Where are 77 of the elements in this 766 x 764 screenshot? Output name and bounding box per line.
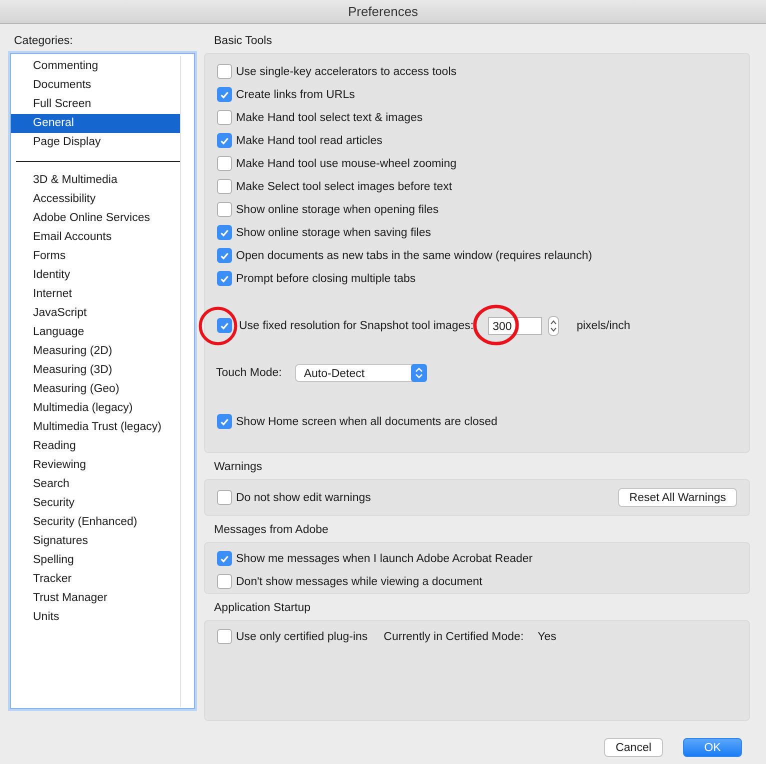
category-item[interactable]: Identity (11, 266, 180, 285)
category-item[interactable]: Page Display (11, 133, 180, 152)
category-item[interactable]: Multimedia (legacy) (11, 399, 180, 418)
checkbox[interactable] (217, 629, 232, 644)
categories-label: Categories: (13, 34, 74, 49)
status-value: Yes (538, 630, 556, 642)
category-item[interactable]: Language (11, 323, 180, 342)
category-item[interactable]: Search (11, 475, 180, 494)
option-label: Make Select tool select images before text (236, 180, 452, 192)
checkbox[interactable] (217, 574, 232, 589)
category-item[interactable]: Signatures (11, 532, 180, 551)
checkbox[interactable] (217, 490, 232, 505)
status-label: Currently in Certified Mode: (384, 630, 524, 642)
category-item[interactable]: Units (11, 608, 180, 627)
category-item[interactable]: Reading (11, 437, 180, 456)
checkbox[interactable] (217, 156, 232, 171)
stepper-icon[interactable] (548, 316, 559, 336)
category-item[interactable]: Measuring (Geo) (11, 380, 180, 399)
category-item[interactable]: JavaScript (11, 304, 180, 323)
checkbox[interactable] (217, 225, 232, 240)
cancel-button[interactable]: Cancel (604, 738, 663, 757)
option-label: Show Home screen when all documents are closed (236, 416, 498, 428)
option-label: Show online storage when saving files (236, 226, 431, 238)
checkbox[interactable] (217, 133, 232, 148)
category-item[interactable]: Tracker (11, 570, 180, 589)
option-label: Prompt before closing multiple tabs (236, 272, 416, 284)
checkbox[interactable] (217, 248, 232, 263)
section-title: Messages from Adobe (213, 523, 330, 538)
category-item[interactable]: Documents (11, 76, 180, 95)
section-title: Warnings (213, 460, 264, 475)
option-label: Create links from URLs (236, 88, 355, 100)
category-item[interactable]: Forms (11, 247, 180, 266)
checkbox[interactable] (217, 202, 232, 217)
checkbox[interactable] (217, 179, 232, 194)
option-label: Open documents as new tabs in the same window (requires relaunch) (236, 250, 592, 262)
resolution-field[interactable]: 300 (488, 316, 542, 334)
checkbox[interactable] (217, 551, 232, 566)
category-item[interactable]: Spelling (11, 551, 180, 570)
category-item[interactable]: Security (11, 494, 180, 513)
option-label: Show me messages when I launch Adobe Acrobat Reader (236, 552, 533, 564)
category-item[interactable]: Commenting (11, 57, 180, 76)
option-label: Use only certified plug-ins (236, 630, 368, 642)
category-item[interactable]: General (11, 114, 180, 133)
category-item[interactable]: Measuring (3D) (11, 361, 180, 380)
category-item[interactable]: Internet (11, 285, 180, 304)
dropdown-arrows-icon (410, 364, 427, 382)
option-label: Do not show edit warnings (236, 492, 371, 504)
checkbox[interactable] (217, 271, 232, 286)
option-label: Don't show messages while viewing a document (236, 576, 482, 588)
touch-mode-label: Touch Mode: (216, 366, 282, 378)
option-label: Use fixed resolution for Snapshot tool images: (239, 320, 474, 332)
section-title: Basic Tools (213, 34, 273, 49)
category-item[interactable]: Multimedia Trust (legacy) (11, 418, 180, 437)
category-item[interactable]: Email Accounts (11, 228, 180, 247)
unit-label: pixels/inch (576, 320, 630, 332)
category-item[interactable]: Adobe Online Services (11, 209, 180, 228)
checkbox[interactable] (217, 110, 232, 125)
category-item[interactable]: Security (Enhanced) (11, 513, 180, 532)
category-item[interactable]: 3D & Multimedia (11, 171, 180, 190)
option-label: Make Hand tool use mouse-wheel zooming (236, 158, 457, 170)
category-item[interactable]: Reviewing (11, 456, 180, 475)
category-item[interactable]: Trust Manager (11, 589, 180, 608)
section-title: Application Startup (213, 601, 312, 616)
window-title: Preferences (348, 4, 418, 19)
category-item[interactable]: Full Screen (11, 95, 180, 114)
checkbox[interactable] (217, 414, 232, 429)
checkbox[interactable] (217, 87, 232, 102)
checkbox[interactable] (217, 64, 232, 79)
option-label: Make Hand tool read articles (236, 134, 382, 146)
checkbox[interactable] (217, 318, 232, 333)
option-label: Show online storage when opening files (236, 204, 439, 216)
category-item[interactable]: Measuring (2D) (11, 342, 180, 361)
touch-mode-dropdown[interactable]: Auto-Detect (294, 364, 427, 382)
option-label: Use single-key accelerators to access tools (236, 66, 457, 78)
reset-warnings-button[interactable]: Reset All Warnings (618, 488, 737, 507)
category-item[interactable]: Accessibility (11, 190, 180, 209)
option-label: Make Hand tool select text & images (236, 112, 423, 124)
